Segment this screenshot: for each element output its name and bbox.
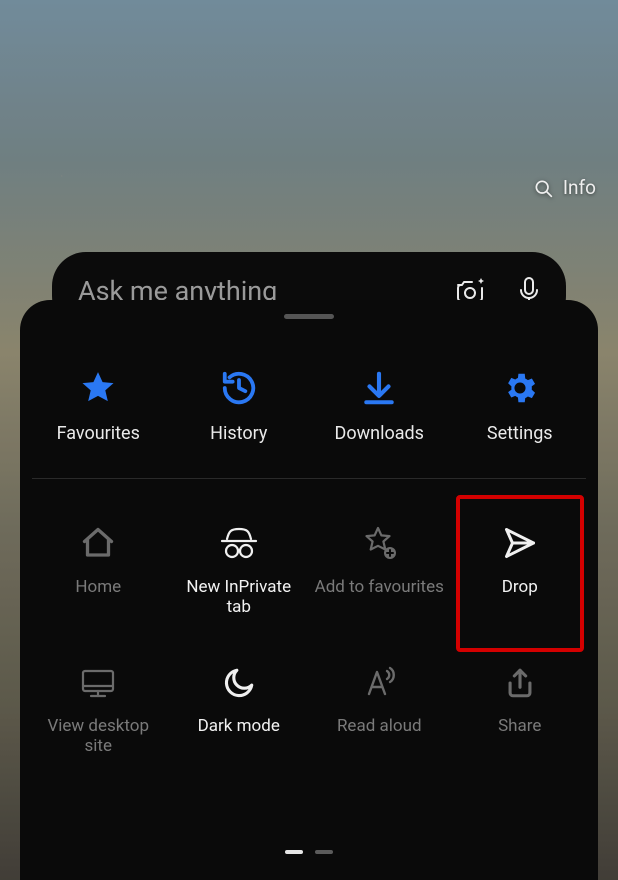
menu-label: Read aloud <box>337 716 422 736</box>
read-aloud-item[interactable]: Read aloud <box>309 642 450 781</box>
send-icon <box>501 525 539 561</box>
info-button[interactable]: Info <box>533 176 596 199</box>
search-icon <box>533 178 553 198</box>
share-item[interactable]: Share <box>450 642 591 781</box>
grid-row-1: Home New InPrivate tab <box>20 501 598 642</box>
home-icon <box>80 525 116 561</box>
download-icon <box>360 369 398 407</box>
page-indicator[interactable] <box>285 850 333 854</box>
primary-row: Favourites History Downloads <box>20 339 598 478</box>
menu-label: New InPrivate tab <box>173 577 306 618</box>
highlight-box <box>456 495 585 652</box>
star-add-icon <box>360 525 398 561</box>
drag-handle[interactable] <box>284 314 334 319</box>
menu-label: Share <box>498 716 541 736</box>
menu-label: View desktop site <box>32 716 165 757</box>
view-desktop-site-item[interactable]: View desktop site <box>28 642 169 781</box>
dark-mode-item[interactable]: Dark mode <box>169 642 310 781</box>
new-inprivate-tab-item[interactable]: New InPrivate tab <box>169 501 310 642</box>
page-dot-inactive <box>315 850 333 854</box>
menu-label: History <box>210 423 267 444</box>
share-icon <box>503 666 537 700</box>
menu-label: Home <box>75 577 121 597</box>
downloads-item[interactable]: Downloads <box>309 361 450 452</box>
menu-label: Add to favourites <box>315 577 444 597</box>
menu-label: Settings <box>487 423 553 444</box>
favourites-item[interactable]: Favourites <box>28 361 169 452</box>
read-aloud-icon <box>360 666 398 700</box>
desktop-icon <box>79 666 117 700</box>
drop-item[interactable]: Drop <box>450 501 591 642</box>
home-item[interactable]: Home <box>28 501 169 642</box>
moon-icon <box>222 666 256 700</box>
menu-panel: Favourites History Downloads <box>20 300 598 880</box>
incognito-icon <box>219 525 259 561</box>
settings-item[interactable]: Settings <box>450 361 591 452</box>
menu-label: Dark mode <box>198 716 280 736</box>
grid-row-2: View desktop site Dark mode <box>20 642 598 781</box>
gear-icon <box>501 369 539 407</box>
add-to-favourites-item[interactable]: Add to favourites <box>309 501 450 642</box>
page-dot-active <box>285 850 303 854</box>
star-icon <box>79 369 117 407</box>
menu-label: Downloads <box>335 423 424 444</box>
history-item[interactable]: History <box>169 361 310 452</box>
menu-label: Drop <box>502 577 538 597</box>
menu-label: Favourites <box>57 423 140 444</box>
history-icon <box>220 369 258 407</box>
info-label: Info <box>563 176 596 199</box>
